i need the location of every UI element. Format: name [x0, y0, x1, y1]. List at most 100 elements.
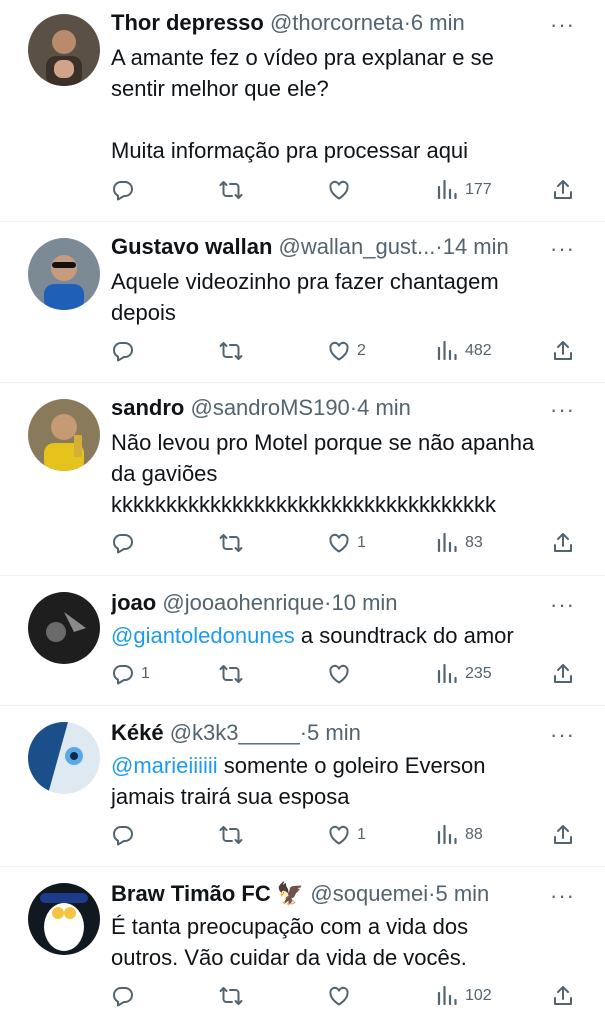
like-button[interactable]: 2 [327, 336, 366, 366]
reply-button[interactable] [111, 820, 141, 850]
user-handle[interactable]: @k3k3_____ [170, 720, 300, 745]
retweet-button[interactable] [219, 336, 249, 366]
views-button[interactable]: 83 [435, 528, 483, 558]
user-name[interactable]: Gustavo wallan [111, 234, 272, 259]
share-button[interactable] [551, 336, 575, 366]
views-icon [435, 531, 459, 555]
views-button[interactable]: 177 [435, 175, 492, 205]
reply-button[interactable]: 1 [111, 659, 150, 689]
reply-count: 1 [141, 665, 150, 682]
views-button[interactable]: 88 [435, 820, 483, 850]
tweet-time[interactable]: 5 min [307, 720, 361, 745]
reply-button[interactable] [111, 175, 141, 205]
view-count: 235 [465, 665, 492, 682]
views-icon [435, 662, 459, 686]
reply-button[interactable] [111, 981, 141, 1011]
retweet-button[interactable] [219, 659, 249, 689]
avatar[interactable] [28, 399, 100, 471]
separator: · [299, 720, 308, 745]
tweet[interactable]: Gustavo wallan @wallan_gust...·14 min ··… [0, 222, 605, 383]
tweet[interactable]: Braw Timão FC 🦅 @soquemei·5 min ··· É ta… [0, 867, 605, 1024]
reply-icon [111, 339, 135, 363]
user-name[interactable]: Braw Timão FC [111, 881, 271, 906]
like-button[interactable] [327, 659, 357, 689]
views-icon [435, 823, 459, 847]
more-dots-icon[interactable]: ··· [550, 397, 575, 423]
avatar[interactable] [28, 722, 100, 794]
user-name[interactable]: Thor depresso [111, 10, 264, 35]
tweet-header: Kéké @k3k3_____·5 min [111, 718, 565, 752]
tweet[interactable]: joao @jooaohenrique·10 min ··· @giantole… [0, 576, 605, 706]
share-button[interactable] [551, 528, 575, 558]
like-button[interactable]: 1 [327, 820, 366, 850]
tweet-text: Aquele videozinho pra fazer chantagem de… [111, 269, 499, 325]
view-count: 177 [465, 181, 492, 198]
views-button[interactable]: 482 [435, 336, 492, 366]
retweet-button[interactable] [219, 820, 249, 850]
tweet-time[interactable]: 6 min [411, 10, 465, 35]
tweet[interactable]: Kéké @k3k3_____·5 min ··· @marieiiiiii s… [0, 706, 605, 867]
tweet-actions: 1 235 [111, 659, 581, 689]
retweet-icon [219, 984, 243, 1008]
user-handle[interactable]: @soquemei [310, 881, 428, 906]
share-button[interactable] [551, 175, 575, 205]
views-button[interactable]: 102 [435, 981, 492, 1011]
heart-icon [327, 339, 351, 363]
user-name[interactable]: Kéké [111, 720, 164, 745]
views-icon [435, 984, 459, 1008]
like-button[interactable]: 1 [327, 528, 366, 558]
views-button[interactable]: 235 [435, 659, 492, 689]
tweet-time[interactable]: 10 min [331, 590, 397, 615]
mention-link[interactable]: @giantoledonunes [111, 623, 295, 648]
share-button[interactable] [551, 981, 575, 1011]
view-count: 102 [465, 987, 492, 1004]
share-icon [551, 178, 575, 202]
tweet-header: Thor depresso @thorcorneta·6 min [111, 8, 565, 42]
tweet-time[interactable]: 5 min [435, 881, 489, 906]
avatar[interactable] [28, 883, 100, 955]
more-dots-icon[interactable]: ··· [550, 236, 575, 262]
avatar[interactable] [28, 238, 100, 310]
tweet-text: @giantoledonunes a soundtrack do amor [111, 620, 577, 651]
separator: · [435, 234, 443, 259]
user-handle[interactable]: @sandroMS190 [190, 395, 349, 420]
user-name[interactable]: sandro [111, 395, 184, 420]
tweet-time[interactable]: 14 min [443, 234, 509, 259]
user-handle[interactable]: @jooaohenrique [162, 590, 324, 615]
tweet[interactable]: Thor depresso @thorcorneta·6 min ··· A a… [0, 0, 605, 222]
share-icon [551, 662, 575, 686]
view-count: 482 [465, 342, 492, 359]
reply-button[interactable] [111, 336, 141, 366]
tweet-header: joao @jooaohenrique·10 min [111, 588, 565, 622]
tweet-text: Não levou pro Motel porque se não apanha… [111, 430, 535, 517]
reply-button[interactable] [111, 528, 141, 558]
user-name[interactable]: joao [111, 590, 156, 615]
avatar[interactable] [28, 592, 100, 664]
share-icon [551, 823, 575, 847]
share-button[interactable] [551, 820, 575, 850]
reply-icon [111, 662, 135, 686]
more-dots-icon[interactable]: ··· [550, 883, 575, 909]
reply-icon [111, 823, 135, 847]
tweet-time[interactable]: 4 min [357, 395, 411, 420]
avatar[interactable] [28, 14, 100, 86]
more-dots-icon[interactable]: ··· [550, 592, 575, 618]
share-button[interactable] [551, 659, 575, 689]
reply-icon [111, 984, 135, 1008]
eagle-icon: 🦅 [276, 881, 305, 906]
heart-icon [327, 662, 351, 686]
user-handle[interactable]: @thorcorneta [270, 10, 404, 35]
retweet-button[interactable] [219, 175, 249, 205]
more-dots-icon[interactable]: ··· [550, 12, 575, 38]
tweet[interactable]: sandro @sandroMS190·4 min ··· Não levou … [0, 383, 605, 576]
user-handle[interactable]: @wallan_gust... [279, 234, 436, 259]
more-dots-icon[interactable]: ··· [550, 722, 575, 748]
mention-link[interactable]: @marieiiiiii [111, 753, 218, 778]
like-button[interactable] [327, 981, 357, 1011]
tweet-actions: 102 [111, 981, 581, 1011]
retweet-button[interactable] [219, 528, 249, 558]
view-count: 83 [465, 534, 483, 551]
views-icon [435, 178, 459, 202]
retweet-button[interactable] [219, 981, 249, 1011]
like-button[interactable] [327, 175, 357, 205]
